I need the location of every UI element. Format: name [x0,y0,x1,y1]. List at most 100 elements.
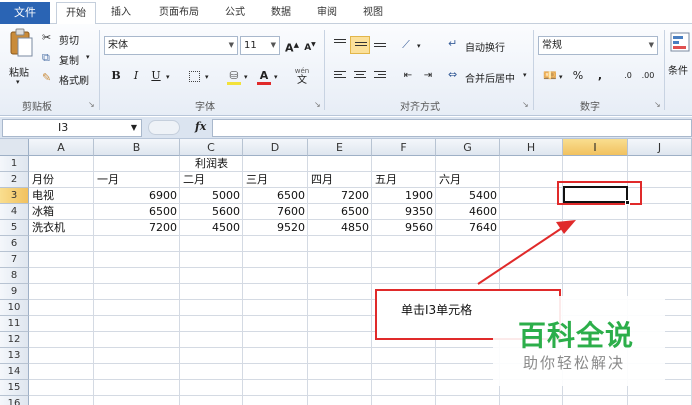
value-cell[interactable]: 9560 [372,220,436,236]
grow-font-button[interactable]: A▲ [282,36,302,55]
bold-button[interactable]: B [106,67,126,85]
value-cell[interactable]: 9520 [243,220,308,236]
row-header-15[interactable]: 15 [0,380,29,396]
conditional-format-button[interactable]: 条件 [668,30,692,92]
font-color-button[interactable]: A [254,67,274,85]
row-header-8[interactable]: 8 [0,268,29,284]
cell-title[interactable]: 利润表 [180,156,243,172]
column-header-e[interactable]: E [308,139,372,156]
header-cell[interactable]: 六月 [436,172,500,188]
currency-button[interactable]: 💴 [540,67,560,85]
name-box[interactable]: I3 ▼ [2,119,142,137]
column-header-f[interactable]: F [372,139,436,156]
tab-review[interactable]: 审阅 [310,3,344,24]
column-header-g[interactable]: G [436,139,500,156]
merge-center-button[interactable]: ⇔ 合并后居中 ▾ [448,68,530,85]
value-cell[interactable]: 1900 [372,188,436,204]
fill-handle[interactable] [625,200,630,205]
select-all-corner[interactable] [0,139,29,156]
active-cell-i3[interactable] [563,186,630,205]
tab-insert[interactable]: 插入 [104,3,138,24]
value-cell[interactable]: 4850 [308,220,372,236]
value-cell[interactable]: 7200 [308,188,372,204]
product-cell[interactable]: 冰箱 [29,204,94,220]
chevron-down-icon[interactable]: ▾ [559,73,563,81]
column-header-c[interactable]: C [180,139,243,156]
orientation-button[interactable]: ⟋ [396,36,416,54]
value-cell[interactable]: 6500 [94,204,180,220]
row-header-14[interactable]: 14 [0,364,29,380]
value-cell[interactable]: 6500 [243,188,308,204]
shrink-font-button[interactable]: A▼ [300,36,320,54]
dialog-launcher-icon[interactable]: ↘ [654,100,661,109]
comma-button[interactable]: , [590,67,610,85]
percent-button[interactable]: % [568,67,588,85]
increase-decimal-button[interactable]: .0 [618,67,638,85]
column-header-b[interactable]: B [94,139,180,156]
align-middle-button[interactable] [350,36,370,54]
dialog-launcher-icon[interactable]: ↘ [88,100,95,109]
align-right-button[interactable] [370,67,390,85]
row-header-6[interactable]: 6 [0,236,29,252]
column-header-d[interactable]: D [243,139,308,156]
row-header-9[interactable]: 9 [0,284,29,300]
tab-data[interactable]: 数据 [264,3,298,24]
formula-cancel-icon[interactable] [148,120,180,135]
insert-function-icon[interactable]: fx [195,120,206,133]
wrap-text-button[interactable]: ↵ 自动换行 [448,37,512,54]
product-cell[interactable]: 电视 [29,188,94,204]
column-header-i[interactable]: I [563,139,628,156]
align-center-button[interactable] [350,67,370,85]
file-tab[interactable]: 文件 [0,2,50,24]
row-header-12[interactable]: 12 [0,332,29,348]
row-header-2[interactable]: 2 [0,172,29,188]
value-cell[interactable]: 6500 [308,204,372,220]
value-cell[interactable]: 7600 [243,204,308,220]
column-header-h[interactable]: H [500,139,563,156]
value-cell[interactable]: 5000 [180,188,243,204]
increase-indent-button[interactable]: ⇥ [418,67,438,85]
row-header-11[interactable]: 11 [0,316,29,332]
underline-button[interactable]: U [146,67,166,85]
row-header-7[interactable]: 7 [0,252,29,268]
tab-view[interactable]: 视图 [356,3,390,24]
header-cell[interactable]: 二月 [180,172,243,188]
header-cell[interactable]: 一月 [94,172,180,188]
align-top-button[interactable] [330,36,350,54]
align-left-button[interactable] [330,67,350,85]
chevron-down-icon[interactable]: ▾ [205,73,209,81]
value-cell[interactable]: 5600 [180,204,243,220]
header-cell[interactable]: 四月 [308,172,372,188]
value-cell[interactable]: 9350 [372,204,436,220]
font-name-combo[interactable]: 宋体 ▼ [104,36,238,55]
fill-color-button[interactable]: ⛁ [224,67,244,85]
header-cell[interactable]: 五月 [372,172,436,188]
row-header-3[interactable]: 3 [0,188,29,204]
value-cell[interactable]: 5400 [436,188,500,204]
paste-button[interactable]: 粘贴 ▾ [6,28,36,90]
font-size-combo[interactable]: 11 ▼ [240,36,280,55]
cut-button[interactable]: ✂ 剪切 [42,30,90,47]
tab-page-layout[interactable]: 页面布局 [150,3,208,24]
value-cell[interactable]: 7200 [94,220,180,236]
header-cell[interactable]: 三月 [243,172,308,188]
formula-input[interactable] [212,119,692,137]
column-header-j[interactable]: J [628,139,692,156]
copy-button[interactable]: ⧉ 复制 ▾ [42,50,98,67]
row-header-10[interactable]: 10 [0,300,29,316]
row-header-4[interactable]: 4 [0,204,29,220]
phonetic-guide-button[interactable]: wén 文 [290,67,314,86]
header-cell[interactable]: 月份 [29,172,94,188]
product-cell[interactable]: 洗衣机 [29,220,94,236]
dialog-launcher-icon[interactable]: ↘ [314,100,321,109]
chevron-down-icon[interactable]: ▾ [417,42,421,50]
tab-home[interactable]: 开始 [56,2,96,25]
row-header-13[interactable]: 13 [0,348,29,364]
row-header-16[interactable]: 16 [0,396,29,405]
value-cell[interactable]: 4600 [436,204,500,220]
value-cell[interactable]: 6900 [94,188,180,204]
format-painter-button[interactable]: ✎ 格式刷 [42,70,98,87]
column-header-a[interactable]: A [29,139,94,156]
align-bottom-button[interactable] [370,36,390,54]
value-cell[interactable]: 7640 [436,220,500,236]
